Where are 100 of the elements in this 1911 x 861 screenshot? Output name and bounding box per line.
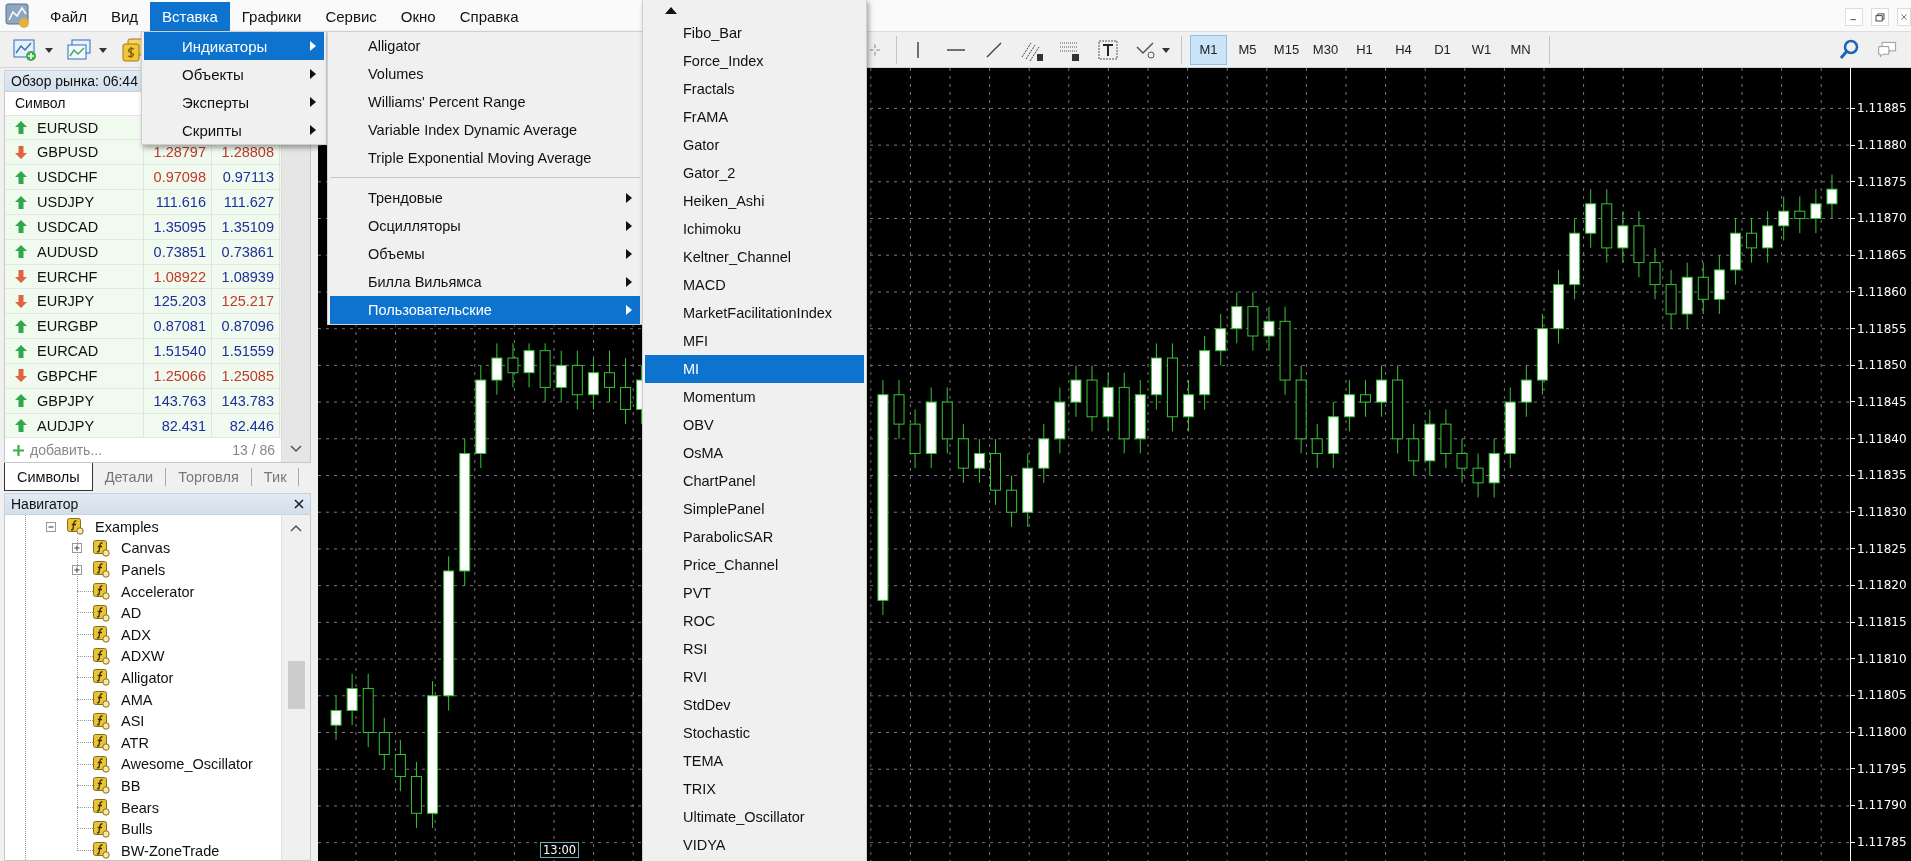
quote-row[interactable]: EURCHF 1.08922 1.08939 (5, 264, 281, 290)
quote-row[interactable]: AUDUSD 0.73851 0.73861 (5, 239, 281, 265)
panel-tab[interactable]: Торговля (166, 468, 252, 486)
new-chart-icon[interactable] (12, 36, 38, 63)
menu-item[interactable]: Ichimoku (645, 215, 864, 243)
menu-item[interactable]: FrAMA (645, 103, 864, 131)
menu-item[interactable]: Эксперты (144, 88, 324, 116)
restore-icon[interactable] (1871, 7, 1889, 26)
tree-item-label[interactable]: Bears (121, 799, 159, 816)
tree-item-label[interactable]: Panels (121, 562, 166, 578)
menu-item[interactable]: TRIX (645, 775, 864, 803)
menu-item[interactable]: Сервис (313, 2, 389, 31)
tree-item-label[interactable]: AMA (121, 691, 153, 708)
menu-item[interactable]: Окно (388, 2, 448, 31)
expand-icon[interactable] (71, 564, 83, 576)
menu-item[interactable]: MarketFacilitationIndex (645, 299, 864, 327)
quote-row[interactable]: EURJPY 125.203 125.217 (5, 289, 281, 315)
menu-item[interactable]: Графики (229, 2, 314, 31)
tree-item-label[interactable]: ASI (121, 713, 145, 730)
menu-item[interactable]: Fibo_Bar (645, 19, 864, 47)
menu-item[interactable]: Пользовательские (330, 296, 640, 324)
quote-row[interactable]: USDCAD 1.35095 1.35109 (5, 214, 281, 240)
menu-item[interactable]: StdDev (645, 691, 864, 719)
menu-item[interactable]: ChartPanel (645, 467, 864, 495)
menu-item[interactable]: TEMA (645, 747, 864, 775)
plus-icon[interactable] (13, 444, 24, 456)
tree-item-label[interactable]: ATR (121, 734, 149, 751)
tree-item-label[interactable]: Alligator (121, 669, 174, 686)
quote-row[interactable]: AUDJPY 82.431 82.446 (5, 413, 281, 439)
timeframe-button[interactable]: D1 (1424, 34, 1461, 65)
tree-item-label[interactable]: ADXW (121, 648, 165, 665)
menu-item[interactable]: Gator_2 (645, 159, 864, 187)
app-icon[interactable] (4, 1, 32, 30)
quote-row[interactable]: USDJPY 111.616 111.627 (5, 190, 281, 215)
menu-item[interactable]: VIDYA (645, 831, 864, 859)
menu-item[interactable]: Heiken_Ashi (645, 187, 864, 215)
timeframe-button[interactable]: M5 (1229, 34, 1266, 65)
menu-item[interactable]: PVT (645, 579, 864, 607)
menu-item[interactable]: OsMA (645, 439, 864, 467)
tree-item-label[interactable]: AD (121, 605, 142, 622)
menu-item[interactable]: Gator (645, 131, 864, 159)
scrollbar-thumb[interactable] (287, 661, 305, 709)
menu-item[interactable]: MACD (645, 271, 864, 299)
timeframe-button[interactable]: H4 (1385, 34, 1422, 65)
menu-item[interactable]: Осцилляторы (330, 212, 640, 240)
menu-item[interactable]: OBV (645, 411, 864, 439)
menu-item[interactable]: Volumes (330, 60, 640, 88)
timeframe-button[interactable]: M1 (1190, 34, 1227, 65)
menu-item[interactable]: Справка (447, 2, 531, 31)
panel-tab[interactable]: Тик (251, 468, 300, 486)
timeframe-button[interactable]: M15 (1268, 34, 1305, 65)
quote-row[interactable]: GBPJPY 143.763 143.783 (5, 388, 281, 414)
collapse-icon[interactable] (45, 520, 57, 533)
menu-item[interactable]: Alligator (330, 32, 640, 60)
menu-item[interactable]: SimplePanel (645, 495, 864, 523)
timeframe-button[interactable]: H1 (1346, 34, 1383, 65)
panel-tab[interactable]: Детали (92, 468, 167, 486)
menu-item[interactable]: RVI (645, 663, 864, 691)
menu-item[interactable]: Ultimate_Oscillator (645, 803, 864, 831)
tree-item-label[interactable]: Examples (95, 518, 159, 535)
menu-item[interactable]: Билла Вильямса (330, 268, 640, 296)
quote-row[interactable]: EURCAD 1.51540 1.51559 (5, 339, 281, 364)
menu-item[interactable]: Трендовые (330, 184, 640, 212)
panel-tab[interactable]: Символы (4, 463, 93, 491)
tree-item-label[interactable]: BW-ZoneTrade (121, 842, 220, 859)
close-icon[interactable] (294, 499, 304, 509)
menu-item[interactable]: Force_Index (645, 47, 864, 75)
menu-item[interactable]: Stochastic (645, 719, 864, 747)
menu-item[interactable]: Fractals (645, 75, 864, 103)
quote-row[interactable]: GBPCHF 1.25066 1.25085 (5, 363, 281, 389)
tree-item-label[interactable]: Awesome_Oscillator (121, 756, 253, 773)
tree-item-label[interactable]: Canvas (121, 540, 171, 557)
timeframe-button[interactable]: MN (1502, 34, 1539, 65)
timeframe-button[interactable]: W1 (1463, 34, 1500, 65)
menu-item[interactable]: Triple Exponential Moving Average (330, 144, 640, 172)
timeframe-button[interactable]: M30 (1307, 34, 1344, 65)
menu-item[interactable]: Вид (98, 2, 151, 31)
quote-row[interactable]: USDCHF 0.97098 0.97113 (5, 165, 281, 191)
tree-item-label[interactable]: Bulls (121, 821, 153, 838)
menu-item[interactable]: Файл (38, 2, 99, 31)
scroll-up-icon[interactable] (665, 5, 677, 14)
menu-item[interactable]: Индикаторы (144, 32, 324, 60)
menu-item[interactable]: Momentum (645, 383, 864, 411)
tree-item-label[interactable]: BB (121, 777, 141, 794)
menu-item[interactable]: Объемы (330, 240, 640, 268)
menu-item[interactable]: ParabolicSAR (645, 523, 864, 551)
column-header[interactable]: Символ (15, 95, 66, 112)
chevron-up-icon[interactable] (290, 523, 302, 533)
expand-icon[interactable] (71, 542, 83, 555)
menu-item[interactable]: Объекты (144, 60, 324, 88)
tree-item-label[interactable]: Accelerator (121, 583, 195, 600)
menu-item[interactable]: RSI (645, 635, 864, 663)
menu-item[interactable]: Вставка (150, 2, 230, 31)
profiles-icon[interactable] (66, 36, 92, 63)
add-symbol-link[interactable]: добавить... (30, 442, 103, 459)
menu-item[interactable]: ROC (645, 607, 864, 635)
quote-row[interactable]: EURGBP 0.87081 0.87096 (5, 314, 281, 340)
tree-item-label[interactable]: ADX (121, 626, 151, 643)
menu-item[interactable]: MI (645, 355, 864, 383)
menu-item[interactable]: Variable Index Dynamic Average (330, 116, 640, 144)
